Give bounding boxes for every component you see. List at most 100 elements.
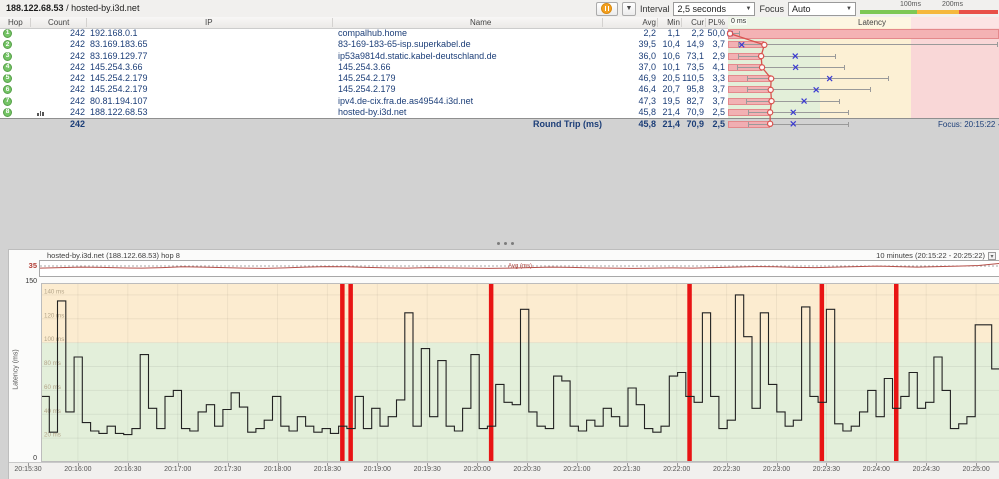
time-tick-label: 20:18:00: [256, 466, 300, 473]
hop-row[interactable]: 6242145.254.2.179145.254.2.17946,420,795…: [0, 84, 999, 95]
hop-count: 242: [35, 51, 85, 62]
time-tick-label: 20:20:00: [455, 466, 499, 473]
timeline-panel: hosted-by.i3d.net (188.122.68.53) hop 8 …: [8, 249, 999, 479]
whisker-tick: [748, 110, 749, 115]
hop-name: ipv4.de-cix.fra.de.as49544.i3d.net: [338, 96, 473, 107]
focus-select[interactable]: Auto ▼: [788, 2, 856, 16]
latency-header-label: Latency: [858, 18, 886, 27]
hop-row[interactable]: 324283.169.129.77ip53a9814d.static.kabel…: [0, 51, 999, 62]
avg-mini-graph[interactable]: Avg (ms): [39, 260, 999, 277]
time-tick-label: 20:20:30: [505, 466, 549, 473]
time-tick-label: 20:17:00: [156, 466, 200, 473]
interval-value: 2,5 seconds: [677, 4, 726, 14]
time-tick-label: 20:23:30: [804, 466, 848, 473]
whisker-tick: [870, 87, 871, 92]
whisker-tick: [888, 76, 889, 81]
latency-zone-red: [911, 62, 999, 73]
hop-ip: 188.122.68.53: [90, 107, 148, 118]
packet-loss-bar: [489, 283, 494, 462]
panel-splitter-handle[interactable]: [470, 238, 540, 248]
col-header-name[interactable]: Name: [470, 18, 491, 27]
hop-name: 145.254.2.179: [338, 84, 396, 95]
min-max-whisker: [738, 44, 997, 45]
hop-row[interactable]: 1242192.168.0.1compalhub.home2,21,12,250…: [0, 28, 999, 39]
time-tick-label: 20:21:00: [555, 466, 599, 473]
hop-min: 10,1: [658, 62, 680, 73]
whisker-tick: [747, 87, 748, 92]
focus-value: Auto: [792, 4, 811, 14]
packet-loss-bar: [894, 283, 899, 462]
legend-gradient-bar: [860, 10, 998, 14]
range-menu-icon[interactable]: ▾: [988, 252, 996, 260]
hop-ip: 80.81.194.107: [90, 96, 148, 107]
hop-pl: 50,0: [706, 28, 725, 39]
hop-min: 20,5: [658, 73, 680, 84]
hop-count: 242: [35, 39, 85, 50]
col-header-count[interactable]: Count: [48, 18, 69, 27]
packet-loss-highlight: [728, 29, 999, 39]
pause-button[interactable]: [596, 2, 618, 16]
rt-min: 21,4: [658, 119, 680, 130]
hop-row[interactable]: 4242145.254.3.66145.254.3.6637,010,173,5…: [0, 62, 999, 73]
latency-zone-red: [911, 84, 999, 95]
col-header-ip[interactable]: IP: [205, 18, 213, 27]
hop-row[interactable]: 5242145.254.2.179145.254.2.17946,920,511…: [0, 73, 999, 84]
col-header-hop[interactable]: Hop: [8, 18, 23, 27]
whisker-tick: [747, 76, 748, 81]
avg-mini-svg: Avg (ms): [40, 261, 999, 276]
legend-200ms-label: 200ms: [942, 1, 963, 8]
latency-zone-red: [911, 73, 999, 84]
time-tick-label: 20:24:30: [904, 466, 948, 473]
hop-number-badge: 2: [3, 40, 12, 49]
col-header-avg[interactable]: Avg: [636, 18, 656, 27]
col-header-pl[interactable]: PL%: [707, 18, 725, 27]
latency-zone-red: [911, 96, 999, 107]
hop-count: 242: [35, 73, 85, 84]
hop-pl: 3,7: [706, 84, 725, 95]
min-max-whisker: [729, 33, 739, 34]
interval-label: Interval: [640, 4, 670, 14]
pause-icon: [601, 3, 612, 14]
hop-latency-graph: [728, 96, 999, 107]
whisker-tick: [748, 122, 749, 127]
yaxis-min-label: 0: [17, 455, 37, 462]
hop-min: 21,4: [658, 107, 680, 118]
whisker-tick: [835, 54, 836, 59]
mini-axis-label: 35: [21, 261, 37, 270]
chevron-down-icon: ▼: [746, 6, 752, 12]
latency-time-svg: 20 ms40 ms60 ms80 ms100 ms120 ms140 ms: [41, 283, 999, 462]
packet-loss-bar: [340, 283, 345, 462]
time-tick-label: 20:22:30: [705, 466, 749, 473]
hop-name: 145.254.3.66: [338, 62, 391, 73]
hop-latency-graph: [728, 62, 999, 73]
latency-column-header[interactable]: 0 ms Latency: [728, 17, 999, 28]
hop-ip: 145.254.2.179: [90, 84, 148, 95]
hop-pl: 2,5: [706, 107, 725, 118]
hop-count: 242: [35, 28, 85, 39]
hop-number-badge: 8: [3, 108, 12, 117]
col-header-min[interactable]: Min: [662, 18, 680, 27]
latency-scale-legend: 100ms 200ms: [860, 1, 998, 16]
hop-pl: 3,7: [706, 96, 725, 107]
yaxis-max-label: 150: [17, 278, 37, 285]
hop-number-badge: 3: [3, 52, 12, 61]
svg-text:80 ms: 80 ms: [44, 360, 61, 367]
target-titlebar: 188.122.68.53 / hosted-by.i3d.net ▼ Inte…: [0, 0, 999, 18]
hop-row[interactable]: 724280.81.194.107ipv4.de-cix.fra.de.as49…: [0, 96, 999, 107]
interval-select[interactable]: 2,5 seconds ▼: [673, 2, 755, 16]
min-max-whisker: [738, 56, 835, 57]
hop-latency-graph: [728, 84, 999, 95]
latency-time-graph[interactable]: 20 ms40 ms60 ms80 ms100 ms120 ms140 ms: [41, 283, 999, 462]
hop-min: 20,7: [658, 84, 680, 95]
hop-avg: 36,0: [606, 51, 656, 62]
hop-row[interactable]: 8242188.122.68.53hosted-by.i3d.net45,821…: [0, 107, 999, 118]
min-max-whisker: [747, 78, 888, 79]
time-tick-label: 20:24:00: [854, 466, 898, 473]
hop-row[interactable]: 224283.169.183.6583-169-183-65-isp.super…: [0, 39, 999, 50]
hop-number-badge: 5: [3, 74, 12, 83]
hop-pl: 2,9: [706, 51, 725, 62]
pause-dropdown-button[interactable]: ▼: [622, 2, 636, 16]
col-header-cur[interactable]: Cur: [686, 18, 704, 27]
hop-cur: 73,5: [682, 62, 704, 73]
rt-label: Round Trip (ms): [450, 119, 602, 130]
